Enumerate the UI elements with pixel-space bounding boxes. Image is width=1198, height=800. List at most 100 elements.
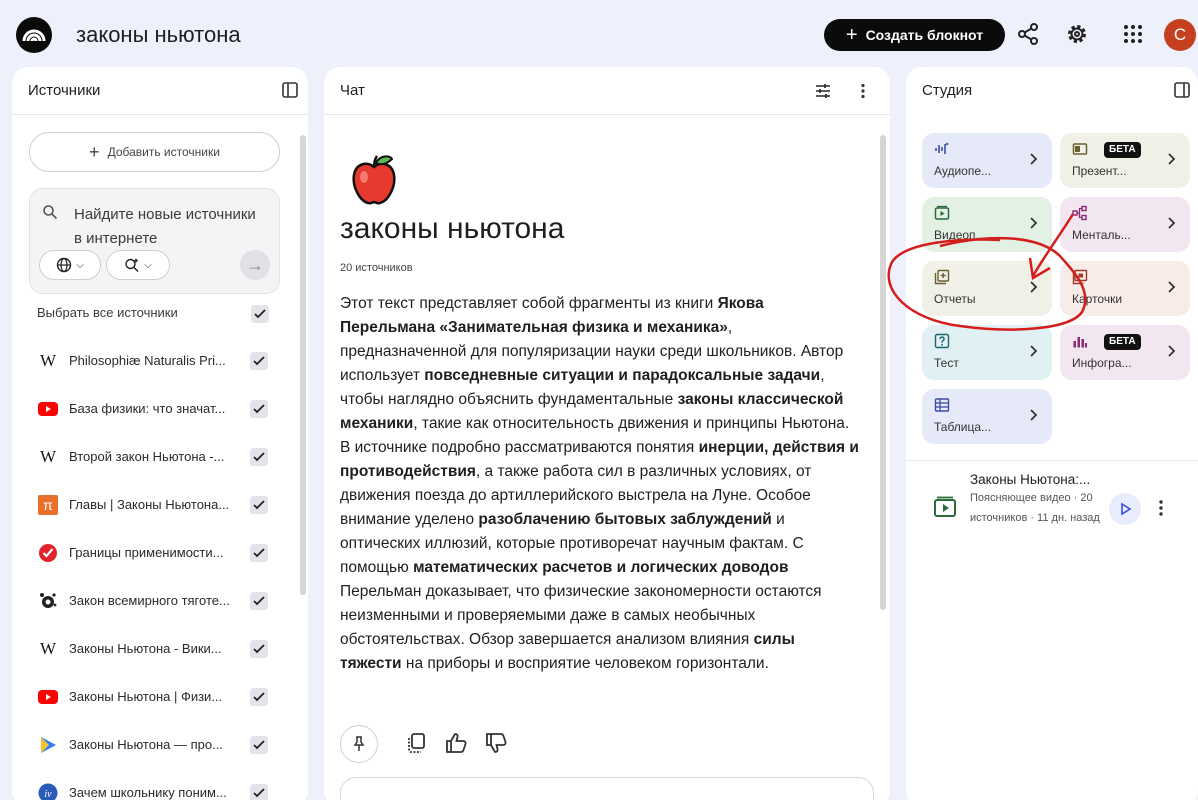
studio-divider: [906, 460, 1198, 461]
source-item[interactable]: W Philosophiæ Naturalis Pri...: [36, 349, 276, 373]
more-options-icon[interactable]: [854, 82, 872, 100]
select-all-label: Выбрать все источники: [37, 305, 178, 320]
tile-label: Карточки: [1072, 292, 1123, 306]
chat-title: Чат: [340, 82, 365, 99]
source-item-label: Второй закон Ньютона -...: [69, 449, 225, 464]
search-input[interactable]: Найдите новые источники в интернете: [74, 203, 264, 251]
plus-icon: +: [89, 141, 100, 162]
sources-scrollbar[interactable]: [300, 135, 306, 595]
source-checkbox[interactable]: [250, 640, 268, 658]
source-item[interactable]: Законы Ньютона — про...: [36, 733, 276, 757]
submit-search-button[interactable]: →: [240, 250, 270, 280]
thumbs-up-icon[interactable]: [444, 731, 468, 755]
tile-audio-overview[interactable]: Аудиопе...: [922, 133, 1052, 188]
source-checkbox[interactable]: [250, 688, 268, 706]
source-checkbox[interactable]: [250, 592, 268, 610]
tile-presentation[interactable]: БЕТА Презент...: [1060, 133, 1190, 188]
notebook-title[interactable]: законы ньютона: [76, 22, 241, 48]
chat-settings-icon[interactable]: [814, 82, 832, 100]
play-button[interactable]: [1109, 493, 1141, 525]
source-item[interactable]: W Законы Ньютона - Вики...: [36, 637, 276, 661]
play-logo-icon: [36, 733, 60, 757]
source-item[interactable]: Законы Ньютона | Физи...: [36, 685, 276, 709]
chat-scrollbar[interactable]: [880, 135, 886, 610]
source-checkbox[interactable]: [250, 736, 268, 754]
video-overview-icon: [934, 205, 950, 220]
source-checkbox[interactable]: [250, 352, 268, 370]
tile-mind-map[interactable]: Менталь...: [1060, 197, 1190, 252]
tile-label: Отчеты: [934, 292, 976, 306]
tile-quiz[interactable]: Тест: [922, 325, 1052, 380]
source-checkbox[interactable]: [250, 448, 268, 466]
source-item[interactable]: Границы применимости...: [36, 541, 276, 565]
source-count: 20 источников: [340, 262, 413, 274]
source-item[interactable]: iv Зачем школьнику поним...: [36, 781, 276, 800]
collapse-panel-icon[interactable]: [282, 82, 298, 98]
generated-item-title[interactable]: Законы Ньютона:...: [970, 472, 1090, 487]
source-item[interactable]: Закон всемирного тяготе...: [36, 589, 276, 613]
chat-header: Чат: [324, 67, 890, 115]
notebooklm-logo-icon[interactable]: [16, 17, 52, 53]
source-item-label: Границы применимости...: [69, 545, 224, 560]
save-to-note-button[interactable]: [340, 725, 378, 763]
gear-icon[interactable]: [1065, 22, 1089, 46]
create-notebook-label: Создать блокнот: [865, 27, 984, 43]
youtube-icon: [36, 397, 60, 421]
beta-badge: БЕТА: [1104, 334, 1141, 350]
mind-map-icon: [1072, 205, 1087, 221]
collapse-panel-icon[interactable]: [1174, 82, 1190, 98]
chat-input[interactable]: [340, 777, 874, 800]
tile-flashcards[interactable]: Карточки: [1060, 261, 1190, 316]
tile-data-table[interactable]: Таблица...: [922, 389, 1052, 444]
chevron-right-icon: [1030, 153, 1038, 165]
select-all-checkbox[interactable]: [251, 305, 269, 323]
source-checkbox[interactable]: [250, 496, 268, 514]
chevron-right-icon: [1030, 281, 1038, 293]
infographic-icon: [1073, 337, 1087, 348]
source-item[interactable]: W Второй закон Ньютона -...: [36, 445, 276, 469]
add-sources-button[interactable]: + Добавить источники: [29, 132, 280, 172]
avatar[interactable]: С: [1164, 19, 1196, 51]
tile-reports[interactable]: Отчеты: [922, 261, 1052, 316]
source-item-label: Philosophiæ Naturalis Pri...: [69, 353, 226, 368]
source-item[interactable]: База физики: что значат...: [36, 397, 276, 421]
source-item-label: Главы | Законы Ньютона...: [69, 497, 230, 512]
studio-title: Студия: [922, 82, 973, 99]
chevron-right-icon: [1168, 153, 1176, 165]
youtube-icon: [36, 685, 60, 709]
research-mode-dropdown[interactable]: ⌵: [106, 250, 170, 280]
chevron-right-icon: [1168, 345, 1176, 357]
chevron-down-icon: ⌵: [144, 259, 152, 271]
copy-icon[interactable]: [404, 731, 428, 755]
wikipedia-icon: W: [39, 639, 57, 658]
studio-panel: Студия Аудиопе... БЕТА Презент... Видеоп…: [906, 67, 1198, 800]
pin-icon: [353, 736, 365, 751]
chevron-right-icon: [1168, 217, 1176, 229]
source-checkbox[interactable]: [250, 544, 268, 562]
thumbs-down-icon[interactable]: [484, 731, 508, 755]
web-source-dropdown[interactable]: ⌵: [39, 250, 101, 280]
chevron-down-icon: ⌵: [76, 259, 84, 271]
tile-label: Менталь...: [1072, 228, 1131, 242]
source-item-label: Закон всемирного тяготе...: [69, 593, 230, 608]
apple-emoji-icon: [352, 155, 396, 205]
source-item[interactable]: π Главы | Законы Ньютона...: [36, 493, 276, 517]
beta-badge: БЕТА: [1104, 142, 1141, 158]
table-icon: [934, 398, 950, 412]
share-icon[interactable]: [1016, 22, 1040, 46]
add-sources-label: Добавить источники: [107, 145, 220, 159]
create-notebook-button[interactable]: + Создать блокнот: [824, 19, 1005, 51]
source-checkbox[interactable]: [250, 784, 268, 800]
apps-grid-icon[interactable]: [1121, 22, 1145, 46]
tile-video-overview[interactable]: Видеоп...: [922, 197, 1052, 252]
wikipedia-icon: W: [39, 447, 57, 466]
notebook-summary: Этот текст представляет собой фрагменты …: [340, 292, 860, 676]
checkmark-logo-icon: [36, 541, 60, 565]
source-checkbox[interactable]: [250, 400, 268, 418]
quiz-icon: [934, 333, 950, 349]
tile-infographic[interactable]: БЕТА Инфогра...: [1060, 325, 1190, 380]
notebook-heading: законы ньютона: [340, 212, 565, 245]
more-options-icon[interactable]: [1151, 498, 1171, 518]
web-search-box[interactable]: Найдите новые источники в интернете ⌵ ⌵ …: [29, 188, 280, 294]
source-item-label: Зачем школьнику поним...: [69, 785, 227, 800]
